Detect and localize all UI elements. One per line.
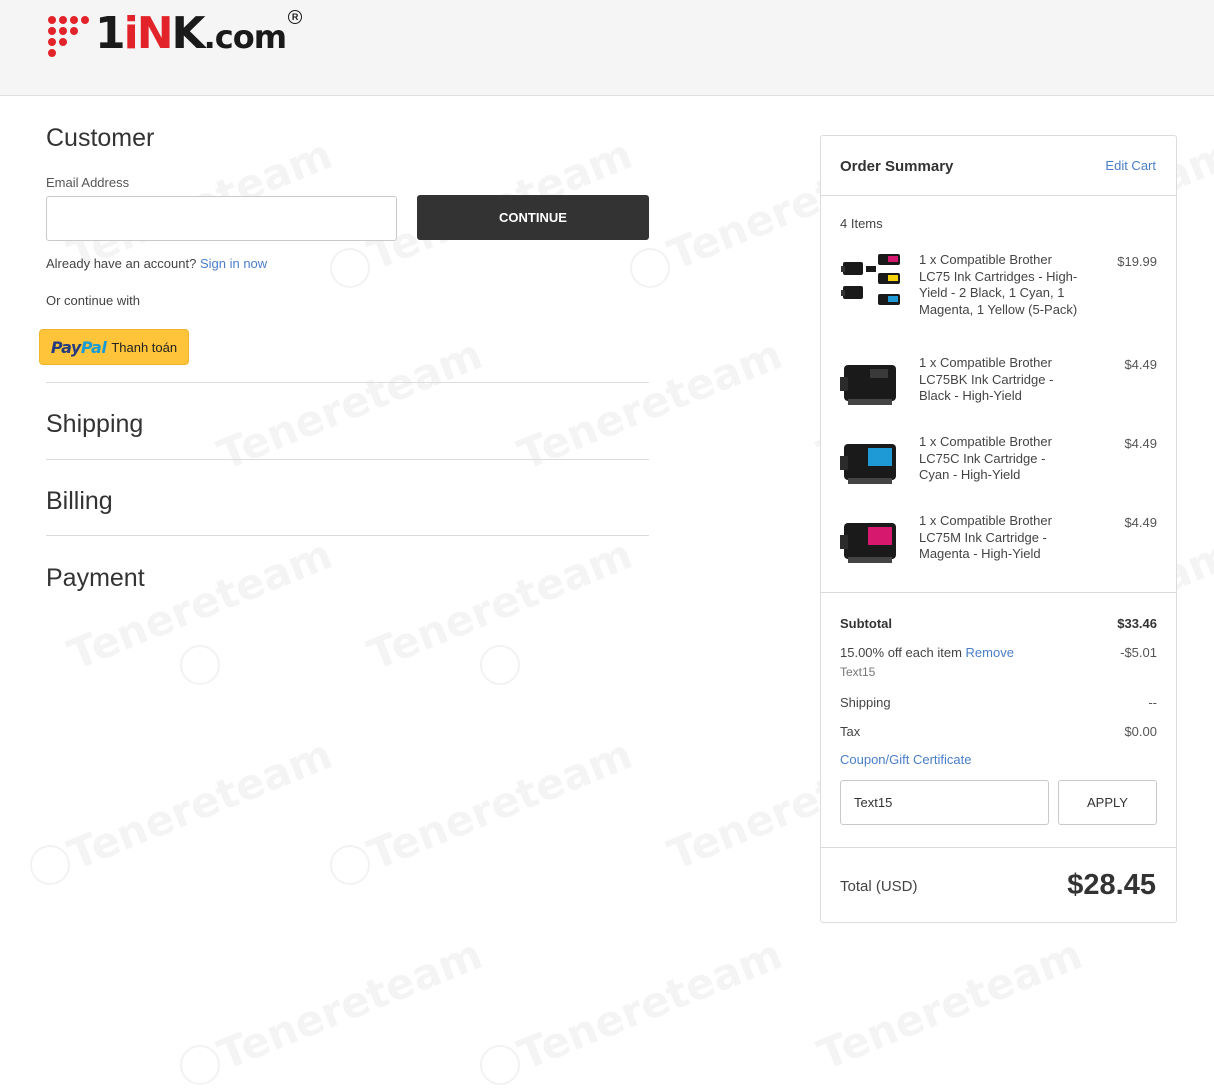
total-value: $28.45: [1067, 869, 1156, 901]
watermark-seal-icon: [480, 645, 520, 685]
sign-in-link[interactable]: Sign in now: [200, 256, 267, 271]
billing-section-title: Billing: [46, 487, 113, 515]
watermark-text: Tenereteam: [361, 529, 639, 679]
shipping-label: Shipping: [840, 695, 891, 710]
account-prompt-text: Already have an account?: [46, 256, 197, 271]
watermark-text: Tenereteam: [211, 329, 489, 479]
shipping-row: Shipping --: [840, 695, 1157, 710]
order-summary-title: Order Summary: [840, 158, 954, 175]
tax-row: Tax $0.00: [840, 724, 1157, 739]
black-cartridge-icon: [840, 365, 896, 405]
item-price: $4.49: [1124, 436, 1157, 451]
watermark-text: Tenereteam: [61, 729, 339, 879]
section-divider: [46, 535, 649, 536]
totals-divider: [821, 592, 1176, 593]
cart-item: 1 x Compatible Brother LC75 Ink Cartridg…: [840, 252, 1157, 334]
cart-item: 1 x Compatible Brother LC75BK Ink Cartri…: [840, 355, 1157, 415]
item-description: 1 x Compatible Brother LC75C Ink Cartrid…: [919, 434, 1052, 482]
shipping-value: --: [1148, 695, 1157, 710]
email-field[interactable]: [46, 196, 397, 241]
discount-label: 15.00% off each item: [840, 645, 962, 660]
shipping-section-title: Shipping: [46, 410, 144, 438]
remove-discount-link[interactable]: Remove: [966, 645, 1014, 660]
watermark-seal-icon: [30, 845, 70, 885]
discount-value: -$5.01: [1120, 645, 1157, 660]
customer-section-title: Customer: [46, 124, 155, 152]
multipack-cartridges-icon: [841, 254, 900, 305]
payment-section-title: Payment: [46, 564, 145, 592]
logo-wordmark: 1iNK.com: [95, 8, 287, 59]
total-divider: [821, 847, 1176, 848]
watermark-seal-icon: [480, 1045, 520, 1085]
edit-cart-link[interactable]: Edit Cart: [1105, 158, 1156, 173]
watermark-seal-icon: [180, 645, 220, 685]
cart-item: 1 x Compatible Brother LC75M Ink Cartrid…: [840, 513, 1157, 573]
subtotal-value: $33.46: [1117, 616, 1157, 631]
watermark-text: Tenereteam: [811, 929, 1089, 1079]
watermark-seal-icon: [330, 845, 370, 885]
tax-value: $0.00: [1124, 724, 1157, 739]
watermark-text: Tenereteam: [511, 329, 789, 479]
paypal-label: Thanh toán: [111, 339, 178, 355]
item-price: $4.49: [1124, 515, 1157, 530]
item-description: 1 x Compatible Brother LC75M Ink Cartrid…: [919, 513, 1052, 561]
apply-coupon-button[interactable]: APPLY: [1058, 780, 1157, 825]
coupon-code-input[interactable]: [840, 780, 1049, 825]
tax-label: Tax: [840, 724, 861, 739]
site-logo[interactable]: 1iNK.com R: [48, 8, 303, 61]
section-divider: [46, 459, 649, 460]
magenta-cartridge-icon: [840, 523, 896, 563]
item-description: 1 x Compatible Brother LC75BK Ink Cartri…: [919, 355, 1054, 403]
watermark-text: Tenereteam: [511, 929, 789, 1079]
watermark-text: Tenereteam: [361, 729, 639, 879]
promo-code-text: Text15: [840, 665, 876, 679]
section-divider: [46, 382, 649, 383]
paypal-logo-icon: PayPal: [50, 337, 107, 357]
sign-in-prompt: Already have an account? Sign in now: [46, 256, 267, 271]
logo-dots-icon: [48, 16, 89, 57]
subtotal-label: Subtotal: [840, 616, 892, 631]
registered-mark-icon: R: [288, 10, 303, 24]
continue-button[interactable]: CONTINUE: [417, 195, 649, 240]
watermark-seal-icon: [330, 248, 370, 288]
order-summary-header: Order Summary Edit Cart: [821, 136, 1176, 196]
total-label: Total (USD): [840, 878, 918, 895]
watermark-seal-icon: [630, 248, 670, 288]
email-label: Email Address: [46, 175, 130, 190]
watermark-seal-icon: [180, 1045, 220, 1085]
cart-item: 1 x Compatible Brother LC75C Ink Cartrid…: [840, 434, 1157, 494]
items-count: 4 Items: [840, 216, 883, 231]
site-header: 1iNK.com R: [0, 0, 1214, 96]
continue-with-text: Or continue with: [46, 293, 140, 308]
discount-row: 15.00% off each item Remove -$5.01: [840, 645, 1157, 660]
item-price: $4.49: [1124, 357, 1157, 372]
cyan-cartridge-icon: [840, 444, 896, 484]
paypal-button[interactable]: PayPal Thanh toán: [39, 329, 189, 365]
coupon-gift-certificate-link[interactable]: Coupon/Gift Certificate: [840, 752, 972, 767]
item-price: $19.99: [1117, 254, 1157, 269]
watermark-text: Tenereteam: [211, 929, 489, 1079]
subtotal-row: Subtotal $33.46: [840, 616, 1157, 631]
order-summary: Order Summary Edit Cart 4 Items 1 x Comp…: [820, 135, 1177, 923]
watermark-text: Tenereteam: [61, 529, 339, 679]
item-description: 1 x Compatible Brother LC75 Ink Cartridg…: [919, 252, 1078, 317]
